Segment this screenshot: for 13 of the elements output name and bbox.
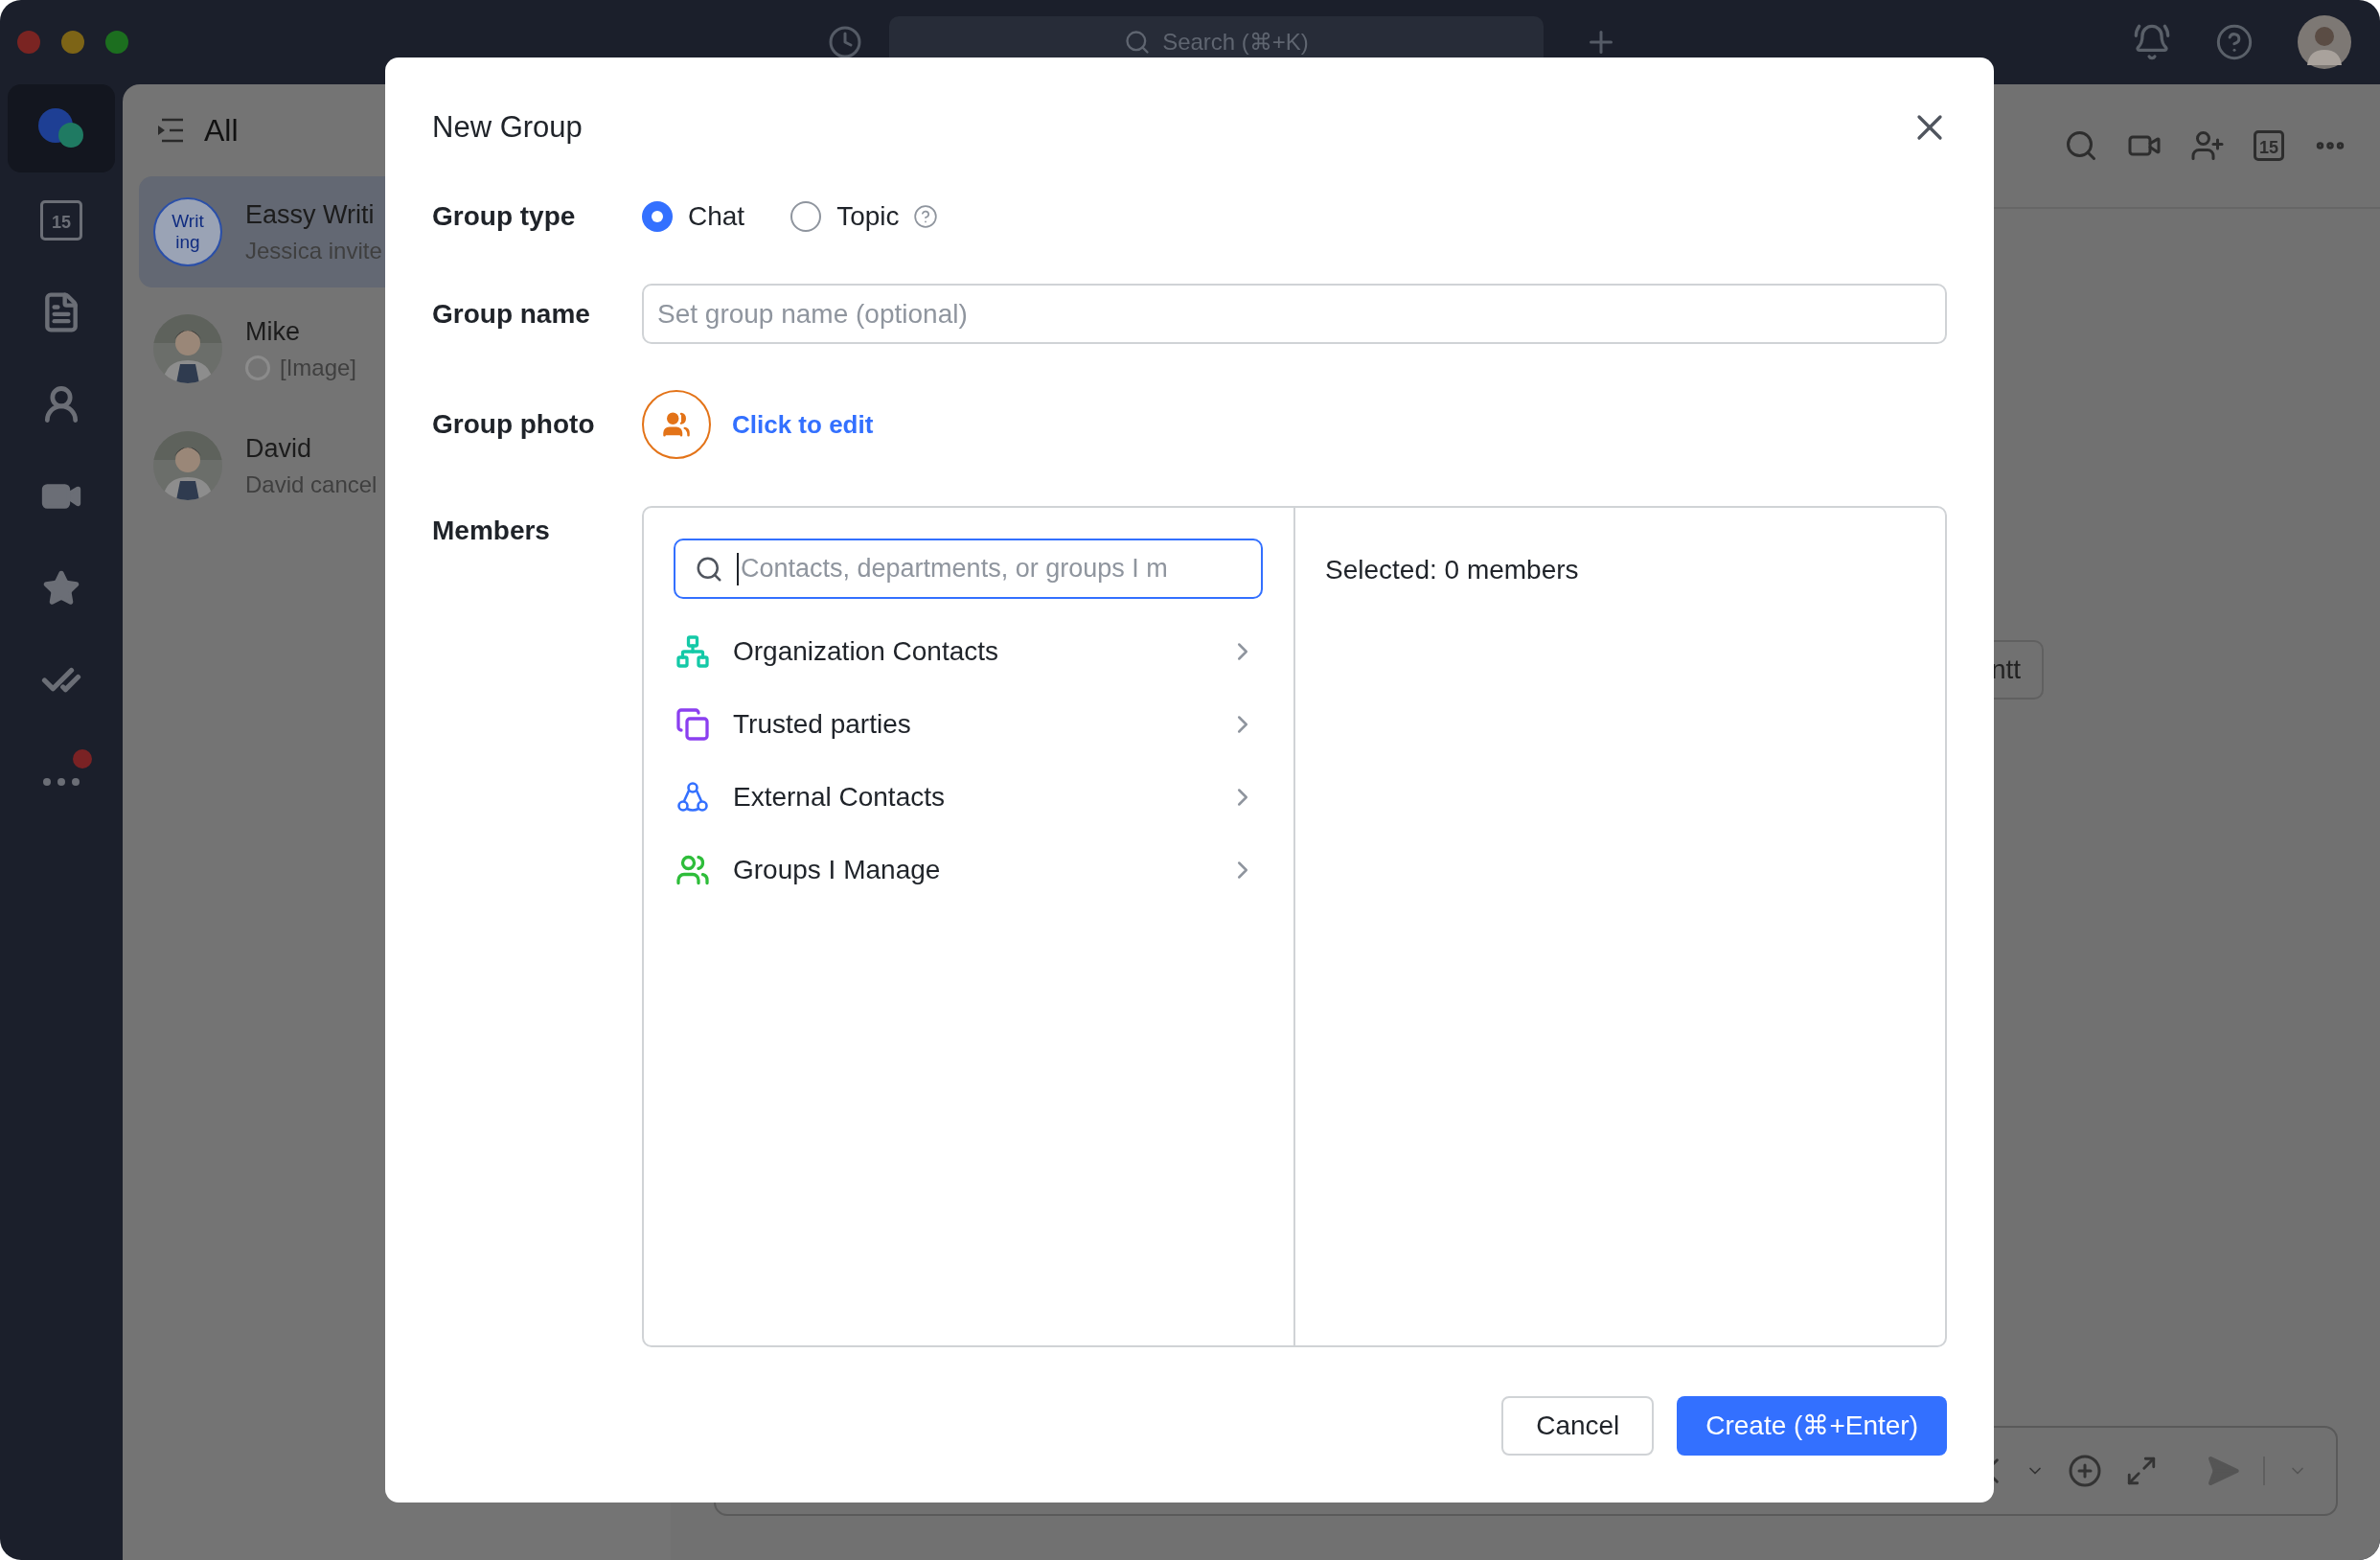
chat-name: Mike — [245, 316, 301, 347]
radio-label: Topic — [836, 200, 900, 233]
radio-label: Chat — [688, 200, 745, 233]
group-avatar: Writ ing — [153, 197, 222, 266]
dialog-title: New Group — [432, 108, 583, 146]
field-label: Group photo — [432, 408, 596, 441]
field-label: Members — [432, 515, 551, 545]
field-label: Group name — [432, 297, 591, 331]
field-label: Group type — [432, 200, 577, 233]
chat-name: David — [245, 433, 313, 464]
list-title: All — [204, 112, 239, 149]
chat-name: Eassy Writi — [245, 199, 376, 230]
selected-count: Selected: 0 members — [1325, 555, 1579, 585]
